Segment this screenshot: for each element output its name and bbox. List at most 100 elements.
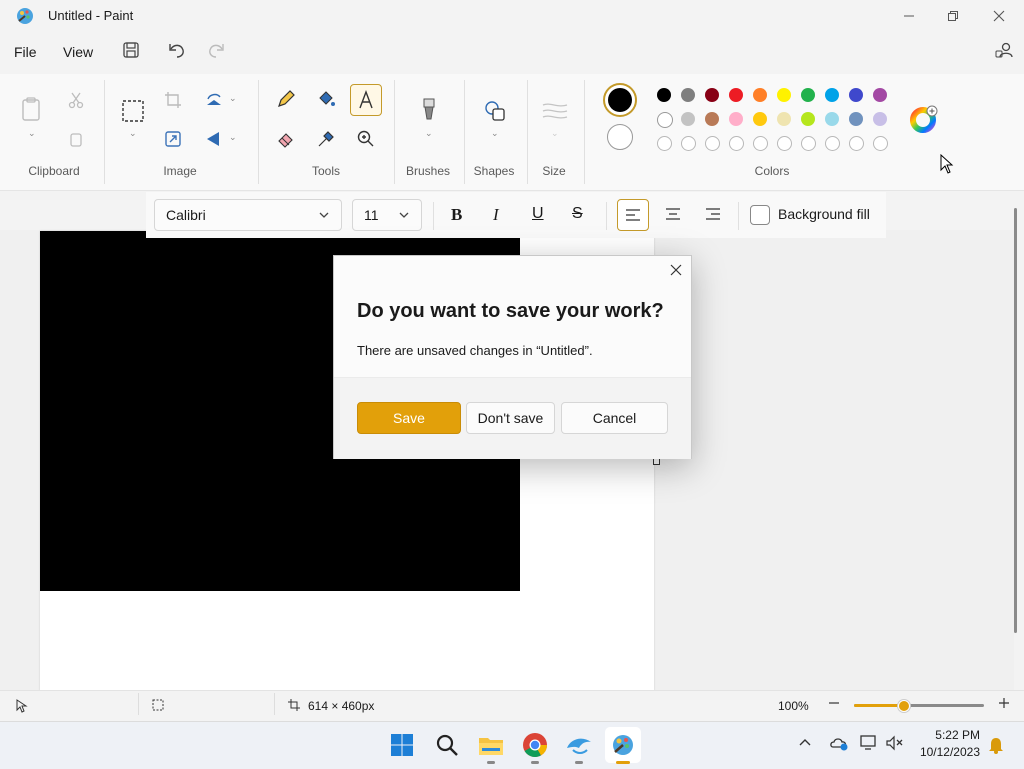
custom-color-slot[interactable] bbox=[753, 136, 768, 151]
close-dialog-icon[interactable] bbox=[668, 262, 684, 278]
search-icon[interactable] bbox=[429, 727, 465, 763]
background-fill-checkbox[interactable] bbox=[750, 205, 770, 225]
palette-color-swatch[interactable] bbox=[729, 112, 743, 126]
file-menu[interactable]: File bbox=[10, 42, 41, 62]
network-icon[interactable] bbox=[860, 735, 878, 751]
zoom-slider-thumb[interactable] bbox=[898, 700, 910, 712]
custom-color-slot[interactable] bbox=[729, 136, 744, 151]
volume-muted-icon[interactable] bbox=[886, 735, 904, 751]
palette-color-swatch[interactable] bbox=[657, 112, 673, 128]
brush-chevron-icon[interactable]: ⌄ bbox=[425, 128, 433, 139]
text-tool-icon[interactable] bbox=[350, 84, 382, 116]
align-center-icon[interactable] bbox=[665, 208, 681, 220]
custom-color-slot[interactable] bbox=[681, 136, 696, 151]
palette-color-swatch[interactable] bbox=[753, 112, 767, 126]
paste-icon[interactable] bbox=[20, 96, 44, 122]
palette-color-swatch[interactable] bbox=[729, 88, 743, 102]
align-right-icon[interactable] bbox=[705, 208, 721, 220]
palette-color-swatch[interactable] bbox=[849, 112, 863, 126]
palette-color-swatch[interactable] bbox=[753, 88, 767, 102]
strikethrough-icon[interactable]: S bbox=[572, 205, 583, 223]
crop-icon[interactable] bbox=[164, 91, 182, 109]
custom-color-slot[interactable] bbox=[657, 136, 672, 151]
account-icon[interactable] bbox=[994, 41, 1014, 61]
paste-chevron-icon[interactable]: ⌄ bbox=[28, 128, 36, 139]
vertical-scrollbar[interactable] bbox=[1014, 208, 1017, 633]
palette-color-swatch[interactable] bbox=[681, 88, 695, 102]
secondary-color-button[interactable] bbox=[607, 124, 633, 150]
shapes-chevron-icon[interactable]: ⌄ bbox=[491, 128, 499, 139]
cancel-button[interactable]: Cancel bbox=[561, 402, 668, 434]
view-menu[interactable]: View bbox=[59, 42, 97, 62]
palette-color-swatch[interactable] bbox=[777, 88, 791, 102]
canvas-resize-handle[interactable] bbox=[653, 458, 660, 465]
zoom-slider-track[interactable] bbox=[854, 704, 984, 707]
chrome-icon[interactable] bbox=[517, 727, 553, 764]
palette-color-swatch[interactable] bbox=[681, 112, 695, 126]
clock-date[interactable]: 10/12/2023 bbox=[916, 745, 980, 759]
palette-color-swatch[interactable] bbox=[657, 88, 671, 102]
copy-icon[interactable] bbox=[67, 130, 85, 148]
restore-button[interactable] bbox=[930, 0, 976, 32]
select-icon[interactable] bbox=[121, 99, 145, 123]
palette-color-swatch[interactable] bbox=[777, 112, 791, 126]
redo-icon[interactable] bbox=[206, 41, 226, 59]
start-button-icon[interactable] bbox=[384, 727, 420, 763]
paint-taskbar-icon[interactable] bbox=[605, 727, 641, 764]
palette-color-swatch[interactable] bbox=[705, 88, 719, 102]
primary-color-button[interactable] bbox=[603, 83, 637, 117]
dont-save-button[interactable]: Don't save bbox=[466, 402, 555, 434]
flip-chevron-icon[interactable]: ⌄ bbox=[229, 132, 237, 143]
shapes-icon[interactable] bbox=[483, 99, 507, 123]
edit-colors-icon[interactable] bbox=[910, 105, 940, 135]
italic-icon[interactable]: I bbox=[493, 205, 499, 225]
close-window-button[interactable] bbox=[976, 0, 1022, 32]
font-size-dropdown[interactable]: 11 bbox=[352, 199, 422, 231]
custom-color-slot[interactable] bbox=[801, 136, 816, 151]
custom-color-slot[interactable] bbox=[777, 136, 792, 151]
brush-icon[interactable] bbox=[420, 97, 438, 123]
notification-bell-icon[interactable] bbox=[988, 736, 1004, 754]
bold-icon[interactable]: B bbox=[451, 205, 462, 225]
file-explorer-icon[interactable] bbox=[473, 727, 509, 764]
font-family-dropdown[interactable]: Calibri bbox=[154, 199, 342, 231]
rotate-icon[interactable] bbox=[204, 91, 224, 109]
underline-icon[interactable]: U bbox=[532, 205, 544, 223]
chevron-up-icon[interactable] bbox=[799, 738, 811, 746]
palette-color-swatch[interactable] bbox=[825, 112, 839, 126]
palette-color-swatch[interactable] bbox=[705, 112, 719, 126]
fill-bucket-icon[interactable] bbox=[311, 84, 341, 114]
dialog-title: Do you want to save your work? bbox=[357, 300, 664, 322]
resize-icon[interactable] bbox=[164, 130, 182, 148]
size-chevron-icon[interactable]: ⌄ bbox=[551, 128, 559, 139]
rotate-chevron-icon[interactable]: ⌄ bbox=[229, 93, 237, 104]
palette-color-swatch[interactable] bbox=[873, 112, 887, 126]
select-chevron-icon[interactable]: ⌄ bbox=[129, 128, 137, 139]
zoom-out-icon[interactable] bbox=[828, 697, 840, 709]
magnifier-icon[interactable] bbox=[351, 124, 381, 154]
custom-color-slot[interactable] bbox=[705, 136, 720, 151]
palette-color-swatch[interactable] bbox=[825, 88, 839, 102]
eraser-icon[interactable] bbox=[271, 124, 301, 154]
minimize-button[interactable] bbox=[886, 0, 932, 32]
undo-icon[interactable] bbox=[167, 41, 187, 59]
save-icon[interactable] bbox=[122, 41, 140, 59]
custom-color-slot[interactable] bbox=[873, 136, 888, 151]
color-picker-icon[interactable] bbox=[311, 124, 341, 154]
flip-icon[interactable] bbox=[204, 130, 224, 148]
onedrive-icon[interactable] bbox=[829, 735, 849, 751]
palette-color-swatch[interactable] bbox=[801, 88, 815, 102]
zoom-in-icon[interactable] bbox=[998, 697, 1010, 709]
custom-color-slot[interactable] bbox=[849, 136, 864, 151]
cut-icon[interactable] bbox=[67, 91, 85, 109]
palette-color-swatch[interactable] bbox=[873, 88, 887, 102]
dolphin-app-icon[interactable] bbox=[561, 727, 597, 764]
palette-color-swatch[interactable] bbox=[849, 88, 863, 102]
save-button[interactable]: Save bbox=[357, 402, 461, 434]
pencil-icon[interactable] bbox=[271, 84, 301, 114]
clock-time[interactable]: 5:22 PM bbox=[916, 728, 980, 742]
custom-color-slot[interactable] bbox=[825, 136, 840, 151]
palette-color-swatch[interactable] bbox=[801, 112, 815, 126]
align-left-icon[interactable] bbox=[617, 199, 649, 231]
size-icon[interactable] bbox=[542, 102, 568, 120]
